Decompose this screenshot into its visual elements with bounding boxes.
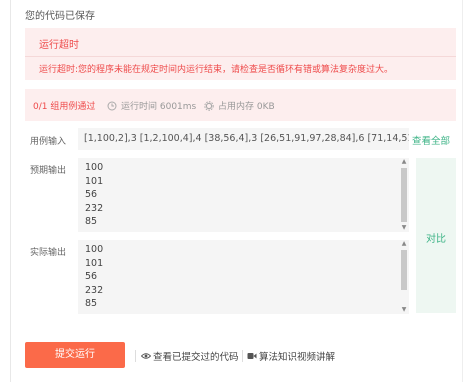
actual-scrollbar[interactable]: ▲ ▼ (400, 240, 408, 314)
expected-output-line: 56 (85, 189, 98, 200)
scroll-down-icon[interactable]: ▼ (400, 224, 408, 232)
action-separator (135, 350, 136, 362)
case-input-label: 用例输入 (30, 137, 67, 147)
expected-output-line: 232 (85, 202, 104, 214)
pass-count: 0/1 组用例通过 (33, 102, 96, 112)
case-input-field: [1,100,2],3 [1,2,100,4],4 [38,56,4],3 [2… (78, 128, 409, 150)
expected-output-line: 100 (85, 162, 104, 173)
algorithm-video-link[interactable]: 算法知识视频讲解 (247, 349, 335, 363)
expected-output-lines: 100 101 56 232 85 (78, 161, 103, 229)
actual-output-line: 232 (85, 284, 104, 296)
scroll-up-icon[interactable]: ▲ (400, 158, 408, 166)
memory-usage: 占用内存 0KB (204, 99, 275, 112)
actual-output-lines: 100 101 56 232 85 (78, 243, 103, 311)
compare-panel[interactable]: 对比 (416, 158, 456, 313)
actual-output-box[interactable]: 100 101 56 232 85 ▲ ▼ (78, 240, 409, 314)
actual-output-line: 101 (85, 257, 104, 269)
expected-output-line: 85 (85, 216, 98, 227)
run-time-text: 运行时间 6001ms (121, 102, 197, 112)
view-submitted-label: 查看已提交过的代码 (153, 352, 239, 363)
eye-icon (141, 353, 151, 359)
actual-output-line: 100 (85, 244, 104, 255)
save-status-text: 您的代码已保存 (25, 11, 95, 22)
error-panel: 运行超时 运行超时:您的程序未能在规定时间内运行结束，请检查是否循环有错或算法复… (25, 28, 456, 80)
view-submitted-link[interactable]: 查看已提交过的代码 (141, 349, 239, 363)
actual-output-line: 56 (85, 271, 98, 282)
scroll-thumb[interactable] (401, 250, 407, 290)
video-camera-icon (247, 353, 257, 359)
result-stats-bar: 0/1 组用例通过 运行时间 6001ms 占用内存 0KB (25, 89, 456, 121)
case-input-value: [1,100,2],3 [1,2,100,4],4 [38,56,4],3 [2… (84, 133, 409, 144)
scroll-thumb[interactable] (401, 168, 407, 222)
memory-text: 占用内存 0KB (218, 102, 275, 112)
right-divider (462, 0, 463, 382)
error-divider (25, 56, 456, 57)
clock-icon (107, 101, 117, 110)
error-message: 运行超时:您的程序未能在规定时间内运行结束，请检查是否循环有错或算法复杂度过大。 (39, 65, 394, 75)
expected-output-box[interactable]: 100 101 56 232 85 ▲ ▼ (78, 158, 409, 232)
submit-button[interactable]: 提交运行 (25, 342, 125, 368)
expected-output-line: 101 (85, 175, 104, 187)
actual-output-line: 85 (85, 298, 98, 309)
gear-icon (204, 100, 214, 111)
compare-button[interactable]: 对比 (416, 230, 456, 245)
expected-scrollbar[interactable]: ▲ ▼ (400, 158, 408, 232)
expected-output-label: 预期输出 (30, 166, 67, 176)
left-divider (10, 0, 11, 382)
run-time: 运行时间 6001ms (107, 99, 196, 112)
scroll-down-icon[interactable]: ▼ (400, 306, 408, 314)
error-title: 运行超时 (39, 40, 79, 51)
algorithm-video-label: 算法知识视频讲解 (259, 352, 336, 363)
view-all-link[interactable]: 查看全部 (412, 133, 450, 147)
scroll-up-icon[interactable]: ▲ (400, 240, 408, 248)
action-separator (242, 350, 243, 362)
actual-output-label: 实际输出 (30, 248, 67, 258)
